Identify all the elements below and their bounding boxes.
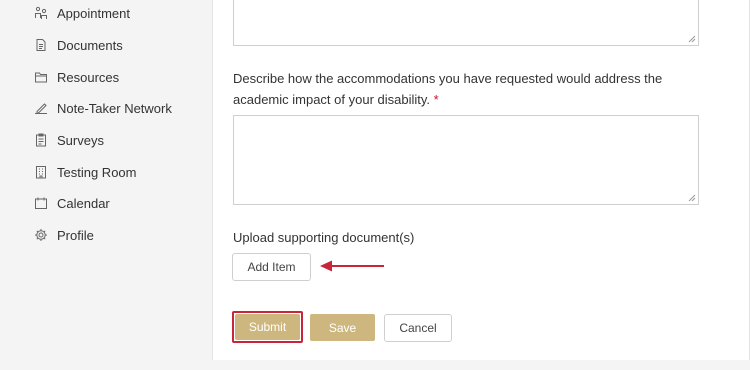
sidebar-item-label: Resources — [57, 69, 120, 85]
calendar-icon — [34, 196, 48, 210]
sidebar-item-note-taker-network[interactable]: Note-Taker Network — [34, 98, 172, 118]
submit-button[interactable]: Submit — [235, 314, 300, 340]
sidebar-item-label: Profile — [57, 227, 94, 243]
sidebar-item-documents[interactable]: Documents — [34, 35, 123, 55]
sidebar-item-label: Appointment — [57, 5, 130, 21]
sidebar-item-testing-room[interactable]: Testing Room — [34, 162, 136, 182]
sidebar-item-label: Note-Taker Network — [57, 100, 172, 116]
add-item-button[interactable]: Add Item — [232, 253, 311, 281]
sidebar-item-appointment[interactable]: Appointment — [34, 3, 130, 23]
previous-answer-textarea[interactable] — [233, 0, 699, 46]
gear-icon — [34, 228, 48, 242]
sidebar-item-label: Calendar — [57, 195, 110, 211]
required-marker: * — [433, 92, 439, 107]
save-button[interactable]: Save — [310, 314, 375, 341]
sidebar: Appointment Documents Resources Note-Tak… — [0, 0, 212, 370]
pen-icon — [34, 101, 48, 115]
resize-grip-icon[interactable] — [688, 35, 696, 43]
sidebar-item-label: Testing Room — [57, 164, 137, 180]
sidebar-item-profile[interactable]: Profile — [34, 225, 94, 245]
annotation-arrow-icon — [320, 260, 384, 272]
form-panel: Describe how the accommodations you have… — [212, 0, 750, 360]
sidebar-item-label: Surveys — [57, 132, 104, 148]
accommodation-impact-textarea[interactable] — [233, 115, 699, 205]
people-icon — [34, 6, 48, 20]
building-icon — [34, 165, 48, 179]
sidebar-item-surveys[interactable]: Surveys — [34, 130, 104, 150]
clipboard-icon — [34, 133, 48, 147]
cancel-button[interactable]: Cancel — [384, 314, 452, 342]
upload-documents-label: Upload supporting document(s) — [233, 230, 415, 245]
accommodation-question-label: Describe how the accommodations you have… — [233, 71, 663, 107]
document-icon — [34, 38, 48, 52]
resize-grip-icon[interactable] — [688, 194, 696, 202]
sidebar-item-label: Documents — [57, 37, 123, 53]
submit-highlight: Submit — [232, 311, 303, 343]
sidebar-item-resources[interactable]: Resources — [34, 67, 119, 87]
folder-icon — [34, 70, 48, 84]
sidebar-item-calendar[interactable]: Calendar — [34, 193, 110, 213]
